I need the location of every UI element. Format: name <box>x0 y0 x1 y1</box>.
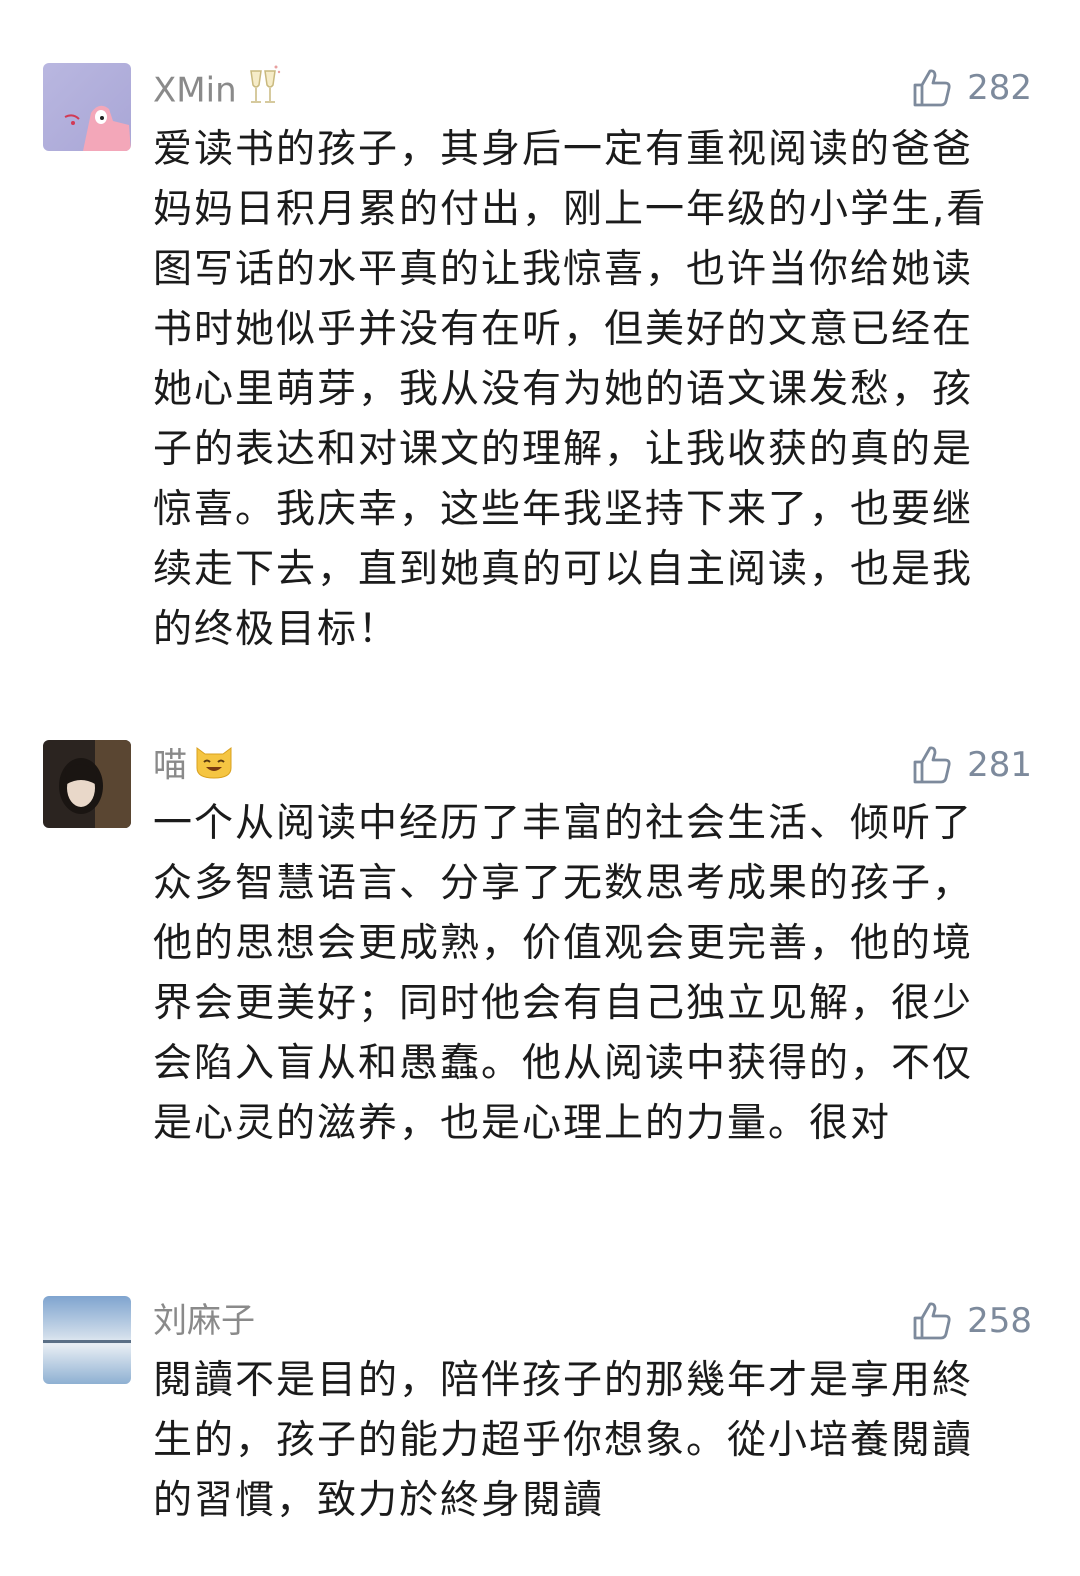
username-text: 喵 <box>153 745 187 786</box>
thumbs-up-icon <box>911 67 953 109</box>
username-text: XMin <box>153 70 237 111</box>
thumbs-up-icon <box>911 1300 953 1342</box>
like-count: 282 <box>967 68 1032 108</box>
avatar-image <box>43 63 131 151</box>
comment-text: 爱读书的孩子，其身后一定有重视阅读的爸爸妈妈日积月累的付出，刚上一年级的小学生,… <box>153 127 988 652</box>
username[interactable]: 刘麻子 <box>153 1296 255 1346</box>
avatar[interactable] <box>43 740 131 828</box>
like-button[interactable]: 281 <box>911 740 1032 790</box>
thumbs-up-icon <box>911 744 953 786</box>
avatar-image <box>43 740 131 828</box>
like-button[interactable]: 258 <box>911 1296 1032 1346</box>
cat-emoji-icon <box>193 740 235 794</box>
username[interactable]: 喵 <box>153 740 235 790</box>
avatar[interactable] <box>43 1296 131 1384</box>
like-count: 281 <box>967 745 1032 785</box>
like-count: 258 <box>967 1301 1032 1341</box>
avatar-image <box>43 1296 131 1384</box>
username-text: 刘麻子 <box>153 1301 255 1341</box>
username[interactable]: XMin <box>153 63 283 113</box>
champagne-emoji-icon <box>243 63 283 121</box>
like-button[interactable]: 282 <box>911 63 1032 113</box>
comment-text: 閱讀不是目的，陪伴孩子的那幾年才是享用終生的，孩子的能力超乎你想象。從小培養閱讀… <box>153 1358 974 1523</box>
comment-text: 一个从阅读中经历了丰富的社会生活、倾听了众多智慧语言、分享了无数思考成果的孩子，… <box>153 801 974 1146</box>
avatar[interactable] <box>43 63 131 151</box>
